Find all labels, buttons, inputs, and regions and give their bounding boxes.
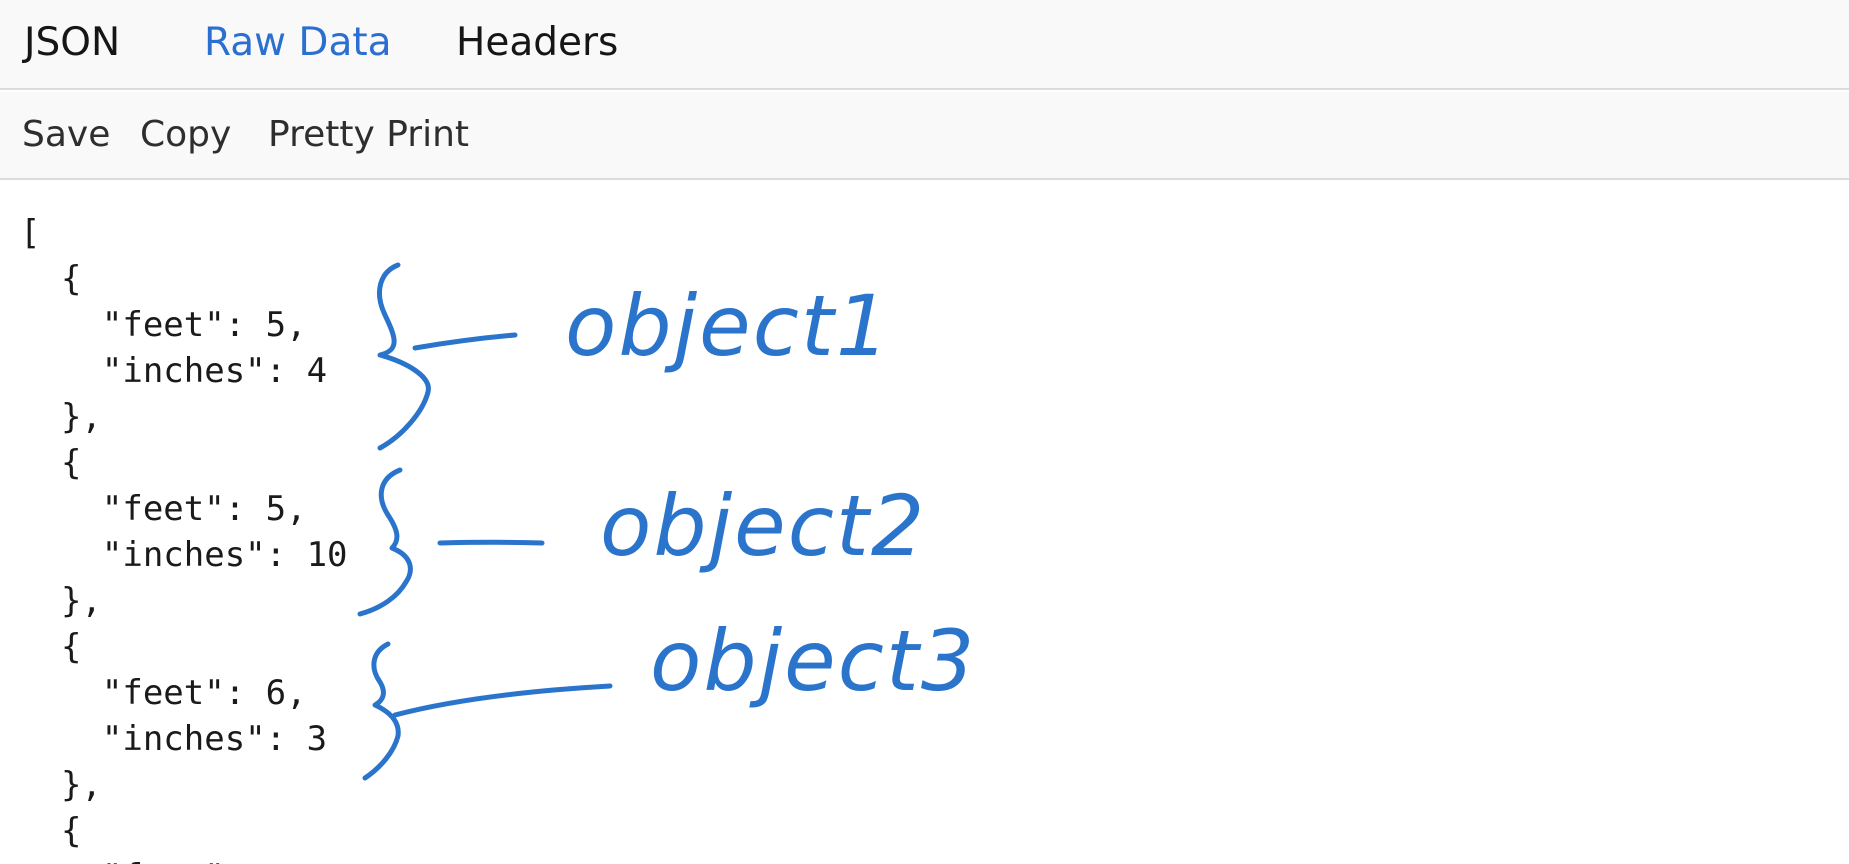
code-line: "inches": 4	[20, 351, 328, 391]
raw-data-view[interactable]: [ { "feet": 5, "inches": 4 }, { "feet": …	[0, 182, 1849, 864]
code-line: {	[20, 811, 82, 851]
tab-json[interactable]: JSON	[24, 19, 120, 67]
code-line: },	[20, 397, 102, 437]
code-line: {	[20, 259, 82, 299]
code-line: "feet": 6,	[20, 673, 307, 713]
code-line: "inches": 3	[20, 719, 328, 759]
raw-json-text: [ { "feet": 5, "inches": 4 }, { "feet": …	[20, 210, 348, 864]
code-line: },	[20, 765, 102, 805]
toolbar: Save Copy Pretty Print	[0, 92, 1849, 180]
code-line: "feet": 5,	[20, 489, 307, 529]
tab-headers[interactable]: Headers	[456, 19, 618, 67]
code-line: [	[20, 213, 41, 253]
copy-button[interactable]: Copy	[140, 113, 231, 157]
save-button[interactable]: Save	[22, 113, 110, 157]
code-line: "inches": 10	[20, 535, 348, 575]
code-line: {	[20, 627, 82, 667]
tab-bar: JSON Raw Data Headers	[0, 0, 1849, 90]
code-line: },	[20, 581, 102, 621]
code-line: "feet": 5,	[20, 305, 307, 345]
code-line: "feet"	[20, 854, 348, 864]
code-line: {	[20, 443, 82, 483]
tab-raw-data[interactable]: Raw Data	[204, 19, 392, 67]
pretty-print-button[interactable]: Pretty Print	[268, 113, 469, 157]
